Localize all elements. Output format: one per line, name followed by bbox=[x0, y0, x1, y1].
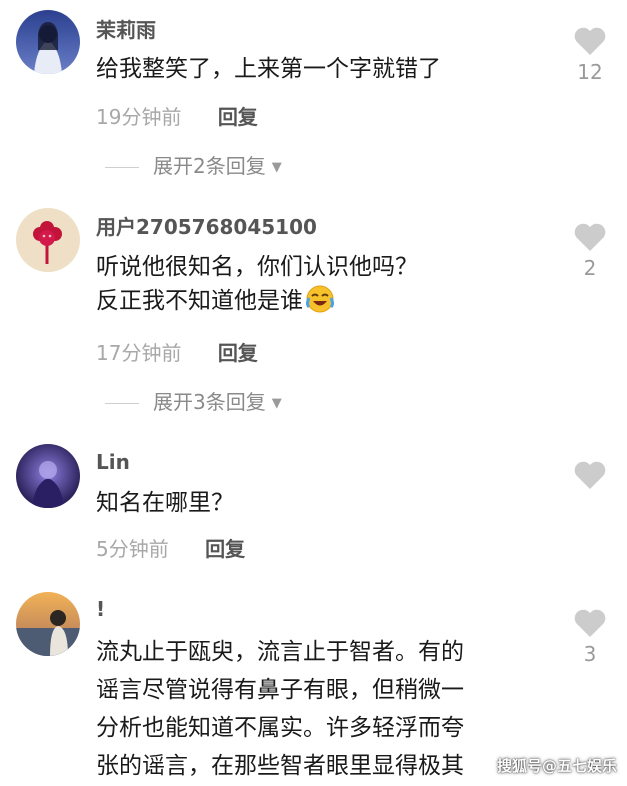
comment-line: 流丸止于瓯臾，流言止于智者。有的 bbox=[96, 639, 464, 665]
watermark: 搜狐号@五七娱乐 bbox=[496, 757, 617, 775]
comment-text: 流丸止于瓯臾，流言止于智者。有的 谣言尽管说得有鼻子有眼，但稍微一 分析也能知道… bbox=[96, 633, 464, 785]
comment-line: 分析也能知道不属实。许多轻浮而夸 bbox=[96, 715, 464, 741]
username[interactable]: ! bbox=[96, 597, 105, 621]
heart-icon bbox=[574, 609, 606, 637]
like-count: 3 bbox=[583, 642, 597, 666]
avatar[interactable] bbox=[16, 592, 80, 656]
comment-line: 谣言尽管说得有鼻子有眼，但稍微一 bbox=[96, 677, 464, 703]
comment-item: ! 流丸止于瓯臾，流言止于智者。有的 谣言尽管说得有鼻子有眼，但稍微一 分析也能… bbox=[0, 0, 627, 786]
avatar-photo-icon bbox=[16, 592, 80, 656]
comment-line: 张的谣言，在那些智者眼里显得极其 bbox=[96, 753, 464, 779]
like-button[interactable]: 3 bbox=[570, 608, 610, 666]
